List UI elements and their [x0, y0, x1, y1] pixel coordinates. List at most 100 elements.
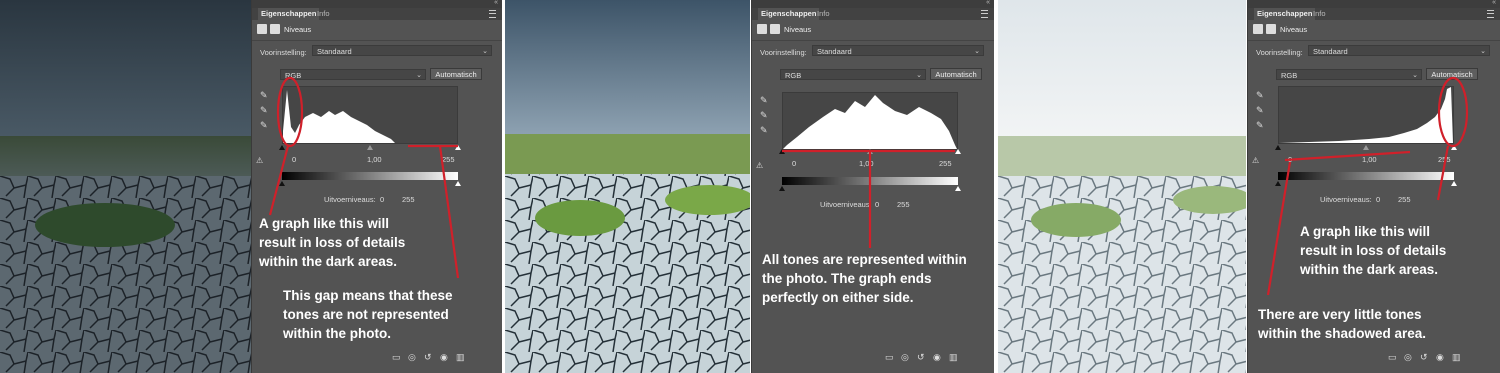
output-gradient	[782, 177, 958, 185]
input-black-value[interactable]: 0	[292, 155, 296, 164]
levels-icon	[257, 24, 267, 34]
reset-icon[interactable]: ↺	[917, 352, 925, 363]
adjustment-title: Niveaus	[284, 25, 312, 34]
reset-icon[interactable]: ↺	[1420, 352, 1428, 363]
output-slider[interactable]	[779, 186, 961, 194]
view-previous-icon[interactable]: ◎	[901, 352, 909, 363]
preset-select[interactable]: Standaard ⌄	[1308, 45, 1490, 56]
output-slider[interactable]	[279, 181, 461, 189]
chevron-down-icon: ⌄	[974, 48, 980, 55]
photo-dark-landscape	[0, 0, 251, 373]
white-eyedropper-icon[interactable]: ✎	[1256, 121, 1265, 130]
output-white-value[interactable]: 255	[1398, 195, 1411, 204]
output-black-value[interactable]: 0	[875, 200, 879, 209]
chevron-down-icon: ⌄	[916, 72, 922, 79]
tab-eigenschappen[interactable]: Eigenschappen	[258, 8, 320, 20]
output-slider[interactable]	[1275, 181, 1457, 189]
channel-select[interactable]: RGB ⌄	[780, 69, 926, 80]
output-gradient	[282, 172, 458, 180]
input-slider[interactable]	[279, 145, 461, 153]
chevron-down-icon: ⌄	[1412, 72, 1418, 79]
input-white-value[interactable]: 255	[939, 159, 952, 168]
annotation-dark-loss-1: A graph like this will result in loss of…	[259, 216, 406, 269]
black-eyedropper-icon[interactable]: ✎	[1256, 91, 1265, 100]
preset-label: Voorinstelling:	[260, 48, 307, 57]
histogram	[282, 86, 458, 144]
photo-bright-landscape	[998, 0, 1246, 373]
gray-eyedropper-icon[interactable]: ✎	[760, 111, 769, 120]
input-white-value[interactable]: 255	[1438, 155, 1451, 164]
gray-eyedropper-icon[interactable]: ✎	[1256, 106, 1265, 115]
clip-to-layer-icon[interactable]: ▭	[1388, 352, 1397, 363]
input-mid-value[interactable]: 1,00	[1362, 155, 1377, 164]
annotation-few-shadow-tones: There are very little tones within the s…	[1258, 307, 1427, 341]
input-black-value[interactable]: 0	[1288, 155, 1292, 164]
panel-menu-icon[interactable]	[1487, 10, 1494, 18]
clipping-warning-icon[interactable]: ⚠	[756, 161, 763, 170]
properties-panel-2: « Eigenschappen Info Niveaus Voorinstell…	[751, 0, 994, 373]
black-eyedropper-icon[interactable]: ✎	[760, 96, 769, 105]
histogram	[782, 92, 958, 150]
white-eyedropper-icon[interactable]: ✎	[760, 126, 769, 135]
gray-eyedropper-icon[interactable]: ✎	[260, 106, 269, 115]
visibility-eye-icon[interactable]: ◉	[440, 352, 448, 363]
chevron-down-icon: ⌄	[482, 48, 488, 55]
channel-select[interactable]: RGB ⌄	[280, 69, 426, 80]
input-black-value[interactable]: 0	[792, 159, 796, 168]
tab-info[interactable]: Info	[1310, 8, 1329, 20]
output-black-value[interactable]: 0	[1376, 195, 1380, 204]
visibility-eye-icon[interactable]: ◉	[933, 352, 941, 363]
panel-menu-icon[interactable]	[981, 10, 988, 18]
tab-info[interactable]: Info	[314, 8, 333, 20]
reset-icon[interactable]: ↺	[424, 352, 432, 363]
auto-button[interactable]: Automatisch	[930, 68, 982, 80]
output-label: Uitvoerniveaus:	[820, 200, 872, 209]
double-chevron-icon[interactable]: «	[494, 0, 498, 6]
chevron-down-icon: ⌄	[1480, 48, 1486, 55]
annotation-all-tones: All tones are represented within the pho…	[762, 252, 967, 305]
adjustment-title: Niveaus	[784, 25, 812, 34]
output-white-value[interactable]: 255	[402, 195, 415, 204]
clipping-warning-icon[interactable]: ⚠	[256, 156, 263, 165]
view-previous-icon[interactable]: ◎	[1404, 352, 1412, 363]
preset-select[interactable]: Standaard ⌄	[312, 45, 492, 56]
double-chevron-icon[interactable]: «	[1492, 0, 1496, 6]
double-chevron-icon[interactable]: «	[986, 0, 990, 6]
clipping-warning-icon[interactable]: ⚠	[1252, 156, 1259, 165]
view-previous-icon[interactable]: ◎	[408, 352, 416, 363]
visibility-eye-icon[interactable]: ◉	[1436, 352, 1444, 363]
clip-to-layer-icon[interactable]: ▭	[885, 352, 894, 363]
input-white-value[interactable]: 255	[442, 155, 455, 164]
mask-icon	[270, 24, 280, 34]
annotation-gap: This gap means that these tones are not …	[283, 288, 453, 341]
clip-to-layer-icon[interactable]: ▭	[392, 352, 401, 363]
preset-select[interactable]: Standaard ⌄	[812, 45, 984, 56]
output-label: Uitvoerniveaus:	[324, 195, 376, 204]
output-white-value[interactable]: 255	[897, 200, 910, 209]
channel-select[interactable]: RGB ⌄	[1276, 69, 1422, 80]
input-slider[interactable]	[779, 149, 961, 157]
input-mid-value[interactable]: 1,00	[859, 159, 874, 168]
input-slider[interactable]	[1275, 145, 1457, 153]
preset-label: Voorinstelling:	[1256, 48, 1303, 57]
trash-icon[interactable]: ▥	[949, 352, 958, 363]
panel-menu-icon[interactable]	[489, 10, 496, 18]
output-black-value[interactable]: 0	[380, 195, 384, 204]
adjustment-title: Niveaus	[1280, 25, 1308, 34]
input-mid-value[interactable]: 1,00	[367, 155, 382, 164]
output-label: Uitvoerniveaus:	[1320, 195, 1372, 204]
auto-button[interactable]: Automatisch	[1426, 68, 1478, 80]
auto-button[interactable]: Automatisch	[430, 68, 482, 80]
annotation-dark-loss-2: A graph like this will result in loss of…	[1300, 224, 1447, 277]
tab-eigenschappen[interactable]: Eigenschappen	[758, 8, 820, 20]
tab-info[interactable]: Info	[814, 8, 833, 20]
chevron-down-icon: ⌄	[416, 72, 422, 79]
output-gradient	[1278, 172, 1454, 180]
preset-label: Voorinstelling:	[760, 48, 807, 57]
trash-icon[interactable]: ▥	[1452, 352, 1461, 363]
tab-eigenschappen[interactable]: Eigenschappen	[1254, 8, 1316, 20]
black-eyedropper-icon[interactable]: ✎	[260, 91, 269, 100]
trash-icon[interactable]: ▥	[456, 352, 465, 363]
white-eyedropper-icon[interactable]: ✎	[260, 121, 269, 130]
mask-icon	[770, 24, 780, 34]
